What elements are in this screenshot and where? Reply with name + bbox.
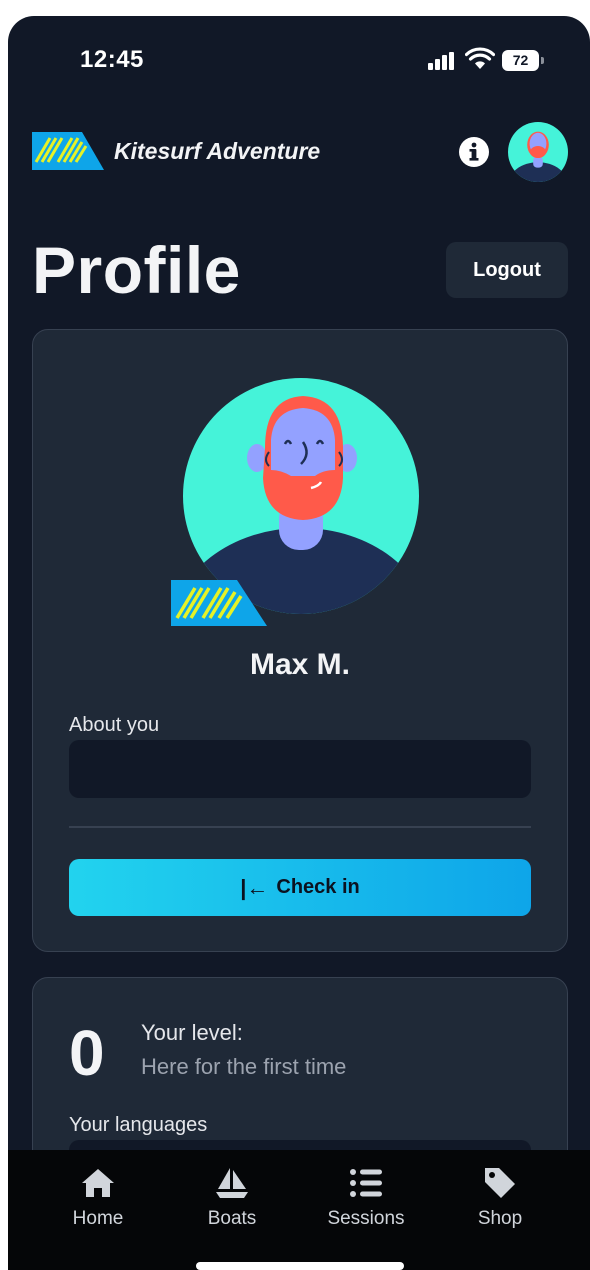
status-bar: 12:45 72: [8, 16, 590, 106]
check-in-label: Check in: [276, 876, 360, 898]
languages-label: Your languages: [69, 1114, 208, 1136]
page-title: Profile: [32, 233, 241, 307]
kitesurf-logo-icon: [32, 132, 104, 170]
header-avatar[interactable]: [508, 122, 568, 182]
nav-shop-label: Shop: [477, 1208, 523, 1229]
level-value: Here for the first time: [141, 1054, 347, 1079]
check-in-button[interactable]: |← Check in: [69, 859, 531, 916]
profile-card: Max M. About you |← Check in: [32, 329, 568, 952]
divider: [69, 826, 531, 828]
sailboat-icon: [216, 1168, 248, 1198]
user-name: Max M.: [249, 648, 351, 681]
brand[interactable]: Kitesurf Adventure: [32, 132, 320, 170]
logout-button[interactable]: Logout: [446, 242, 568, 298]
app-screen: 12:45 72 Kitesurf Adventure Profile Logo…: [8, 16, 590, 1270]
home-icon: [82, 1169, 114, 1197]
wifi-icon: [465, 47, 495, 69]
tag-icon: [485, 1168, 515, 1198]
list-icon: [350, 1169, 382, 1197]
arrow-left-bar-icon: |←: [240, 874, 269, 900]
brand-name: Kitesurf Adventure: [114, 137, 321, 164]
kitesurf-badge-icon: [171, 580, 267, 626]
about-input[interactable]: [69, 740, 531, 798]
level-label: Your level:: [141, 1020, 243, 1045]
status-time: 12:45: [80, 46, 144, 73]
cellular-signal-icon: [428, 52, 456, 70]
nav-home[interactable]: Home: [38, 1164, 158, 1230]
battery-level: 72: [502, 50, 539, 71]
nav-boats-label: Boats: [207, 1208, 257, 1229]
avatar-illustration-icon: [508, 122, 568, 182]
nav-sessions-label: Sessions: [327, 1208, 405, 1229]
nav-boats[interactable]: Boats: [172, 1164, 292, 1230]
nav-home-label: Home: [72, 1208, 124, 1229]
bottom-navigation: Home Boats Sessions Shop: [8, 1150, 590, 1270]
info-icon[interactable]: [458, 136, 490, 168]
nav-shop[interactable]: Shop: [440, 1164, 560, 1230]
home-indicator[interactable]: [196, 1262, 404, 1270]
about-label: About you: [69, 714, 160, 736]
nav-sessions[interactable]: Sessions: [306, 1164, 426, 1230]
battery-indicator: 72: [502, 50, 544, 71]
level-number: 0: [69, 1017, 105, 1089]
